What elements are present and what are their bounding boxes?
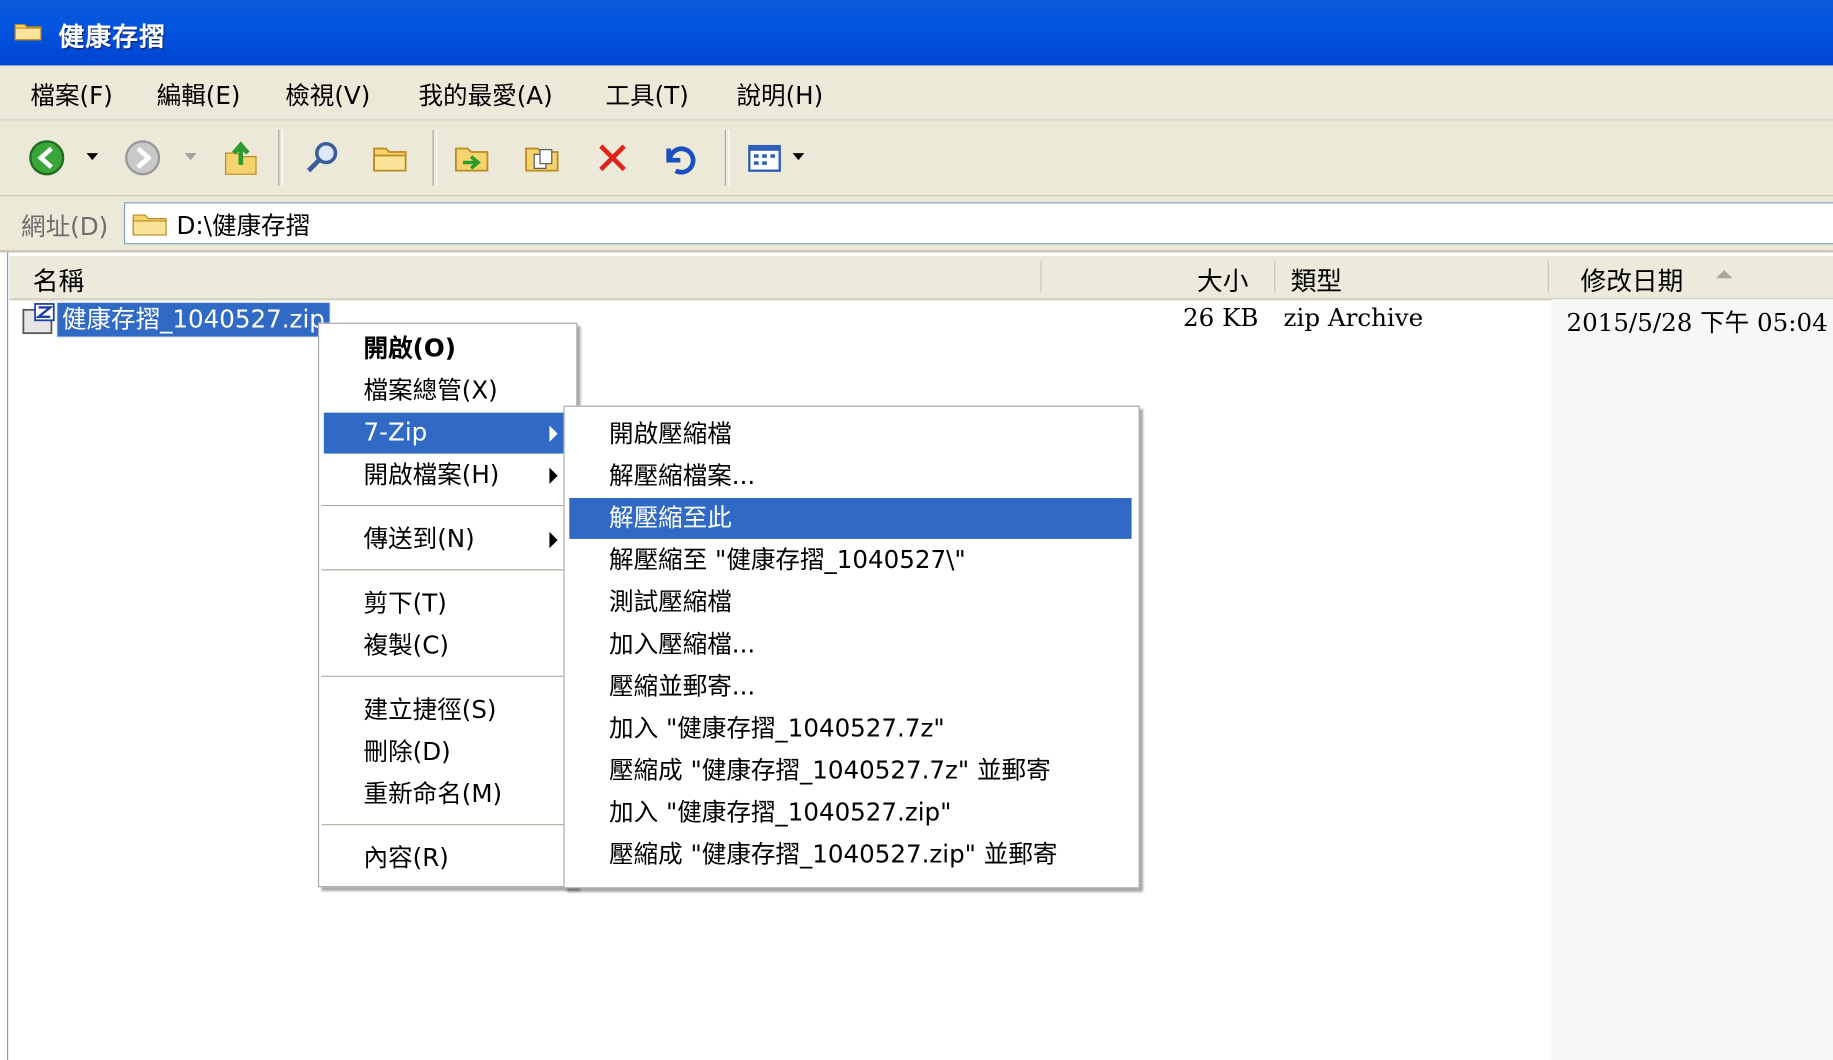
menu-help[interactable]: 說明(H): [736, 77, 823, 112]
submenu-item-add-to-zip[interactable]: 加入 "健康存摺_1040527.zip": [569, 793, 1131, 834]
menu-item-send-to-label: 傳送到(N): [363, 524, 475, 553]
submenu-arrow-icon: [549, 467, 558, 484]
submenu-arrow-icon: [549, 425, 558, 442]
submenu-item-compress-zip-email[interactable]: 壓縮成 "健康存摺_1040527.zip" 並郵寄: [569, 835, 1131, 876]
column-size[interactable]: 大小: [1197, 261, 1248, 298]
title-bar[interactable]: 健康存摺: [0, 0, 1833, 66]
menu-item-7zip[interactable]: 7-Zip: [323, 412, 572, 454]
file-type: zip Archive: [1283, 303, 1424, 332]
address-input[interactable]: D:\健康存摺: [123, 202, 1833, 245]
folder-icon: [132, 214, 167, 236]
toolbar: [0, 120, 1833, 197]
column-name[interactable]: 名稱: [33, 261, 84, 298]
submenu-item-test-archive[interactable]: 測試壓縮檔: [569, 582, 1131, 623]
submenu-arrow-icon: [549, 531, 558, 549]
submenu-item-add-to-archive[interactable]: 加入壓縮檔...: [569, 624, 1131, 665]
pane-border: [7, 252, 9, 1060]
back-dropdown-icon[interactable]: [86, 153, 99, 161]
menu-item-delete[interactable]: 刪除(D): [324, 732, 572, 773]
file-modified: 2015/5/28 下午 05:04: [1566, 308, 1828, 337]
menu-item-properties[interactable]: 內容(R): [324, 838, 572, 879]
address-path: D:\健康存摺: [176, 211, 311, 240]
menu-item-open-with[interactable]: 開啟檔案(H): [324, 455, 572, 496]
menu-separator: [321, 824, 572, 827]
menu-item-copy[interactable]: 複製(C): [324, 625, 572, 666]
views-icon[interactable]: [743, 137, 785, 179]
address-bar: 網址(D) D:\健康存摺: [0, 196, 1833, 253]
submenu-item-extract-here[interactable]: 解壓縮至此: [569, 497, 1132, 539]
move-to-icon[interactable]: [451, 137, 493, 179]
column-divider[interactable]: [1274, 260, 1276, 293]
address-label: 網址(D): [21, 212, 109, 241]
context-menu: 開啟(O) 檔案總管(X) 7-Zip 開啟檔案(H) 傳送到(N) 剪下(T)…: [317, 322, 578, 888]
sorted-column-highlight: [1551, 299, 1833, 1060]
column-divider[interactable]: [1040, 260, 1042, 293]
menu-separator: [321, 505, 572, 508]
menu-item-open-with-label: 開啟檔案(H): [363, 460, 500, 489]
menu-item-create-shortcut[interactable]: 建立捷徑(S): [324, 690, 572, 731]
menu-favorites[interactable]: 我的最愛(A): [419, 77, 553, 112]
search-icon[interactable]: [302, 137, 344, 179]
submenu-item-extract-to-folder[interactable]: 解壓縮至 "健康存摺_1040527\": [569, 540, 1131, 581]
views-dropdown-icon[interactable]: [792, 153, 805, 161]
folder-icon: [14, 23, 42, 41]
menu-view[interactable]: 檢視(V): [285, 77, 370, 112]
submenu-item-compress-7z-email[interactable]: 壓縮成 "健康存摺_1040527.7z" 並郵寄: [569, 750, 1131, 791]
sort-ascending-icon: [1716, 270, 1733, 279]
submenu-item-add-to-7z[interactable]: 加入 "健康存摺_1040527.7z": [569, 708, 1131, 749]
menu-item-rename[interactable]: 重新命名(M): [324, 774, 572, 815]
submenu-item-open-archive[interactable]: 開啟壓縮檔: [569, 414, 1131, 455]
forward-dropdown-icon[interactable]: [184, 153, 197, 161]
toolbar-separator: [432, 129, 438, 186]
menu-tools[interactable]: 工具(T): [606, 77, 689, 112]
column-header: 名稱 大小 類型 修改日期: [9, 256, 1833, 301]
menu-item-open[interactable]: 開啟(O): [324, 328, 572, 369]
column-divider[interactable]: [1547, 260, 1549, 293]
file-name[interactable]: 健康存摺_1040527.zip: [56, 301, 331, 338]
column-type[interactable]: 類型: [1291, 261, 1342, 298]
menu-bar: 檔案(F) 編輯(E) 檢視(V) 我的最愛(A) 工具(T) 說明(H): [0, 65, 1833, 121]
up-folder-icon[interactable]: [220, 137, 262, 179]
7zip-submenu: 開啟壓縮檔 解壓縮檔案... 解壓縮至此 解壓縮至 "健康存摺_1040527\…: [563, 405, 1140, 889]
undo-icon[interactable]: [657, 137, 699, 179]
menu-file[interactable]: 檔案(F): [30, 77, 112, 112]
menu-separator: [321, 569, 572, 572]
delete-icon[interactable]: [592, 137, 634, 179]
forward-icon[interactable]: [122, 137, 164, 179]
menu-item-cut[interactable]: 剪下(T): [324, 583, 572, 624]
menu-separator: [321, 675, 572, 679]
submenu-item-extract-files[interactable]: 解壓縮檔案...: [569, 456, 1131, 497]
menu-item-explore[interactable]: 檔案總管(X): [324, 371, 572, 412]
folders-icon[interactable]: [369, 137, 411, 179]
window-title: 健康存摺: [58, 23, 167, 53]
menu-item-7zip-label: 7-Zip: [363, 418, 428, 447]
submenu-item-compress-and-email[interactable]: 壓縮並郵寄...: [569, 666, 1131, 707]
zip-archive-icon: [22, 303, 55, 335]
copy-to-icon[interactable]: [521, 137, 563, 179]
menu-edit[interactable]: 編輯(E): [157, 77, 241, 112]
column-modified[interactable]: 修改日期: [1580, 261, 1683, 298]
toolbar-separator: [724, 129, 730, 186]
menu-item-send-to[interactable]: 傳送到(N): [324, 519, 572, 560]
file-size: 26 KB: [1183, 303, 1259, 332]
toolbar-separator: [278, 129, 283, 186]
back-icon[interactable]: [26, 137, 68, 179]
